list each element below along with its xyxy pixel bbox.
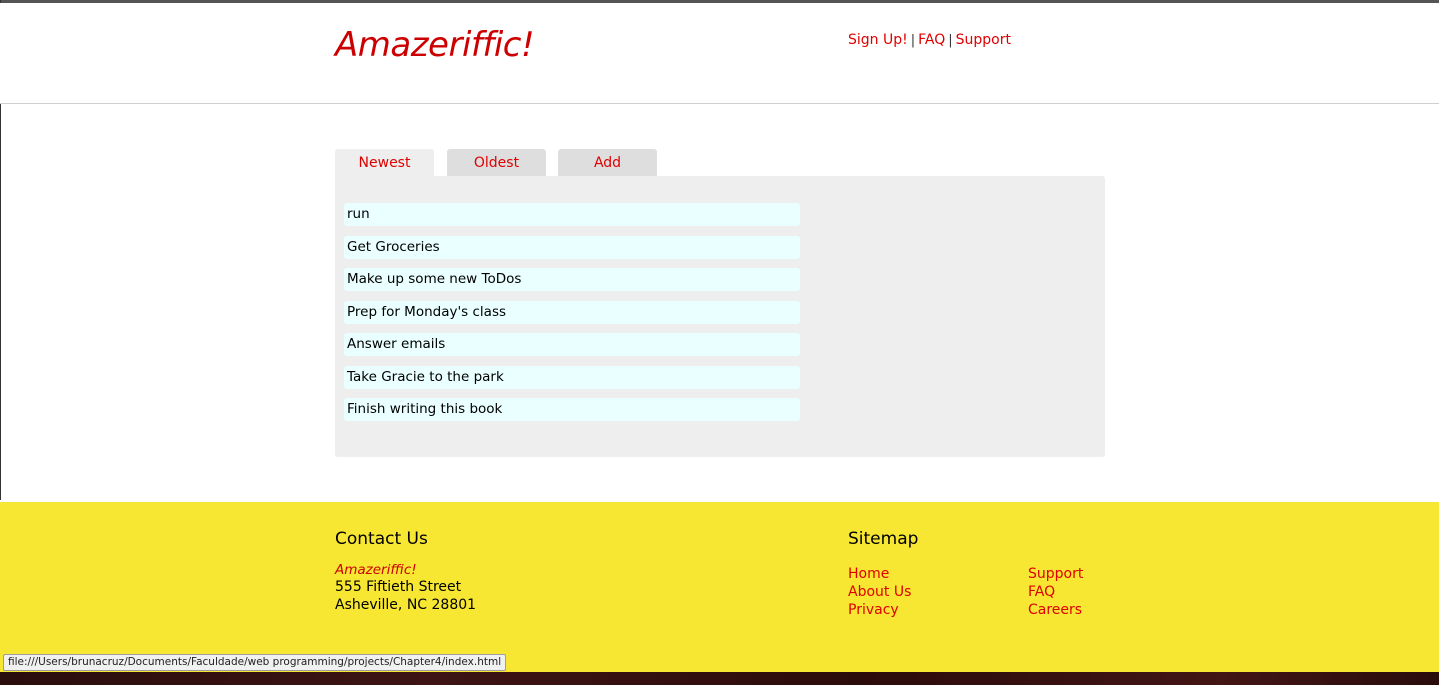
todo-item: Answer emails (344, 333, 800, 356)
sitemap-link-privacy[interactable]: Privacy (848, 602, 899, 618)
site-footer: Contact Us Amazeriffic! 555 Fiftieth Str… (0, 502, 1439, 672)
sitemap-link-faq[interactable]: FAQ (1028, 584, 1055, 600)
sitemap-link-about-us[interactable]: About Us (848, 584, 911, 600)
nav-separator: | (910, 33, 916, 48)
sitemap-link-careers[interactable]: Careers (1028, 602, 1082, 618)
todo-list: run Get Groceries Make up some new ToDos… (344, 203, 800, 431)
tab-add[interactable]: Add (558, 149, 657, 176)
desktop-background-strip (0, 672, 1439, 685)
nav-separator: | (948, 33, 953, 48)
tab-oldest[interactable]: Oldest (447, 149, 546, 176)
todo-item: Get Groceries (344, 235, 800, 259)
site-logo[interactable]: Amazeriffic! (335, 25, 535, 65)
contact-company-name: Amazeriffic! (335, 562, 417, 578)
todo-item: Prep for Monday's class (344, 300, 800, 324)
sitemap-link-home[interactable]: Home (848, 566, 889, 582)
nav-link-support[interactable]: Support (956, 32, 1011, 48)
contact-street: 555 Fiftieth Street (335, 579, 462, 595)
tab-newest[interactable]: Newest (335, 149, 434, 176)
contact-city: Asheville, NC 28801 (335, 597, 477, 613)
header-nav: Sign Up! | FAQ | Support (848, 32, 1011, 48)
todo-item: Finish writing this book (344, 398, 800, 421)
todo-item: Take Gracie to the park (344, 365, 800, 389)
contact-heading: Contact Us (335, 529, 428, 549)
nav-link-faq[interactable]: FAQ (918, 32, 945, 48)
nav-link-sign-up[interactable]: Sign Up! (848, 32, 908, 48)
tab-content-panel: run Get Groceries Make up some new ToDos… (335, 176, 1105, 457)
site-header: Amazeriffic! Sign Up! | FAQ | Support (0, 3, 1439, 104)
todo-item: Make up some new ToDos (344, 268, 800, 291)
sitemap-link-support[interactable]: Support (1028, 566, 1083, 582)
todo-item: run (344, 203, 800, 226)
browser-status-bar: file:///Users/brunacruz/Documents/Faculd… (3, 654, 507, 671)
sitemap-heading: Sitemap (848, 529, 919, 549)
